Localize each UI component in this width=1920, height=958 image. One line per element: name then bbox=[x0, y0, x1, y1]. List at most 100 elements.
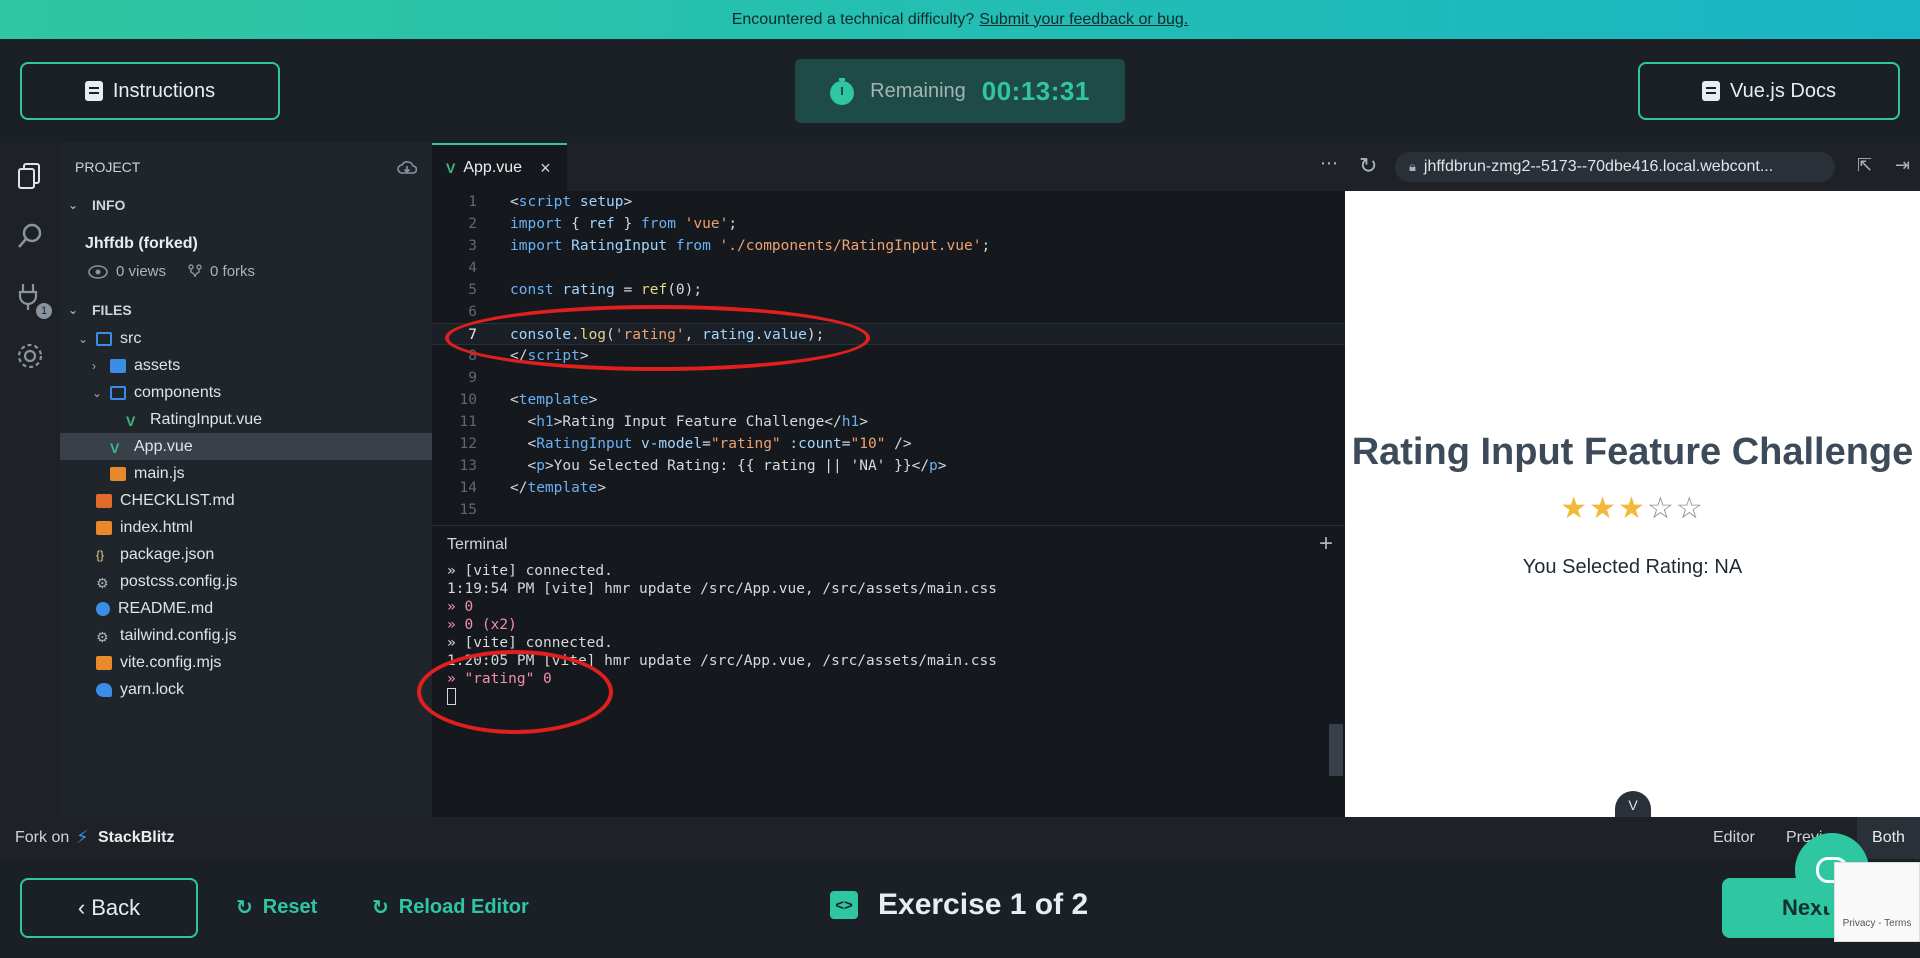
terminal-line: » 0 bbox=[447, 599, 474, 615]
file-yarn-lock[interactable]: yarn.lock bbox=[60, 676, 432, 703]
star-filled-icon[interactable]: ★ bbox=[1618, 492, 1647, 525]
file-label: postcss.config.js bbox=[120, 572, 238, 590]
view-editor-button[interactable]: Editor bbox=[1713, 829, 1755, 847]
timer-label: Remaining bbox=[870, 79, 966, 102]
js-icon bbox=[96, 655, 112, 670]
line-number: 4 bbox=[468, 260, 477, 276]
line-number: 1 bbox=[468, 194, 477, 210]
lock-icon: 🔒︎ bbox=[1409, 159, 1416, 174]
url-text: jhffdbrun-zmg2--5173--70dbe416.local.web… bbox=[1423, 158, 1774, 175]
html-icon bbox=[96, 520, 112, 535]
add-terminal-icon[interactable]: + bbox=[1319, 530, 1333, 558]
terminal-line: » [vite] connected. bbox=[447, 635, 613, 651]
annotation-ellipse bbox=[417, 650, 613, 734]
tab-app-vue[interactable]: V App.vue × bbox=[432, 143, 567, 191]
rating-stars[interactable]: ★★★☆☆ bbox=[1345, 491, 1920, 526]
file-readme-md[interactable]: README.md bbox=[60, 595, 432, 622]
folder-assets[interactable]: › assets bbox=[60, 352, 432, 379]
selected-rating-text: You Selected Rating: NA bbox=[1522, 556, 1743, 578]
project-stats: 0 views 0 forks bbox=[88, 263, 255, 280]
vue-docs-button[interactable]: Vue.js Docs bbox=[1638, 62, 1900, 120]
project-sidebar: PROJECT ⌄ INFO Jhffdb (forked) 0 views 0… bbox=[60, 143, 432, 817]
docs-label: Vue.js Docs bbox=[1730, 79, 1836, 102]
folder-components[interactable]: ⌄ components bbox=[60, 379, 432, 406]
terminal-title: Terminal bbox=[447, 536, 508, 553]
bottom-bar: ‹ Back ↻ Reset ↻ Reload Editor <> Exercise… bbox=[0, 859, 1920, 958]
terminal-line: 1:19:54 PM [vite] hmr update /src/App.vu… bbox=[447, 581, 997, 597]
recaptcha-badge[interactable]: Privacy - Terms bbox=[1834, 862, 1920, 942]
reload-icon[interactable]: ↻ bbox=[1359, 153, 1377, 179]
file-label: vite.config.mjs bbox=[120, 653, 222, 671]
lightning-icon: ⚡ bbox=[76, 827, 89, 847]
line-number: 2 bbox=[468, 216, 477, 232]
file-app-vue[interactable]: V App.vue bbox=[60, 433, 432, 460]
search-icon[interactable] bbox=[15, 221, 45, 251]
file-postcss-config[interactable]: ⚙ postcss.config.js bbox=[60, 568, 432, 595]
js-icon bbox=[110, 466, 126, 481]
vue-icon: V bbox=[110, 439, 120, 456]
gear-icon: ⚙ bbox=[96, 574, 109, 591]
file-vite-config[interactable]: vite.config.mjs bbox=[60, 649, 432, 676]
chevron-down-icon: ⌄ bbox=[68, 303, 79, 317]
line-number: 5 bbox=[468, 282, 477, 298]
folder-icon bbox=[96, 331, 112, 346]
exercise-indicator: <> Exercise 1 of 2 bbox=[830, 888, 1088, 922]
file-label: RatingInput.vue bbox=[150, 410, 263, 428]
files-icon[interactable] bbox=[15, 161, 45, 191]
back-button[interactable]: ‹ Back bbox=[20, 878, 198, 938]
files-section-header[interactable]: ⌄ FILES bbox=[60, 296, 432, 324]
file-tailwind-config[interactable]: ⚙ tailwind.config.js bbox=[60, 622, 432, 649]
more-options-icon[interactable]: ⋯ bbox=[1320, 153, 1338, 174]
folder-icon bbox=[110, 358, 126, 373]
preview-url-bar: ↻ 🔒︎ jhffdbrun-zmg2--5173--70dbe416.loca… bbox=[1345, 143, 1920, 191]
settings-gear-icon[interactable] bbox=[15, 341, 45, 371]
info-icon bbox=[96, 601, 110, 616]
chevron-down-icon: ⌄ bbox=[78, 331, 89, 346]
file-checklist-md[interactable]: CHECKLIST.md bbox=[60, 487, 432, 514]
view-both-button[interactable]: Both bbox=[1857, 817, 1920, 859]
stopwatch-icon bbox=[830, 78, 855, 105]
banner-text: Encountered a technical difficulty? bbox=[731, 10, 975, 28]
file-index-html[interactable]: index.html bbox=[60, 514, 432, 541]
fork-label: Fork on bbox=[15, 829, 70, 846]
code-icon: <> bbox=[830, 891, 858, 919]
feedback-link[interactable]: Submit your feedback or bug. bbox=[979, 11, 1188, 29]
star-empty-icon[interactable]: ☆ bbox=[1676, 492, 1705, 525]
document-icon bbox=[84, 81, 103, 101]
line-number: 10 bbox=[459, 392, 477, 408]
reset-button[interactable]: ↻ Reset bbox=[236, 895, 317, 920]
collapse-panel-icon[interactable]: ⇥ bbox=[1895, 155, 1910, 176]
terminal-scrollbar[interactable] bbox=[1329, 724, 1343, 776]
vue-devtools-toggle[interactable]: V bbox=[1615, 791, 1651, 817]
file-label: index.html bbox=[120, 518, 193, 536]
line-number: 3 bbox=[468, 238, 477, 254]
line-number: 12 bbox=[459, 436, 477, 452]
file-ratinginput-vue[interactable]: V RatingInput.vue bbox=[60, 406, 432, 433]
star-empty-icon[interactable]: ☆ bbox=[1647, 492, 1676, 525]
stackblitz-link[interactable]: StackBlitz bbox=[98, 829, 174, 847]
notification-badge: 1 bbox=[36, 303, 52, 319]
exercise-label: Exercise 1 of 2 bbox=[878, 888, 1089, 921]
vue-icon: V bbox=[126, 412, 136, 429]
views-count: 0 views bbox=[116, 263, 167, 280]
info-section-header[interactable]: ⌄ INFO bbox=[60, 191, 432, 219]
reset-label: Reset bbox=[262, 896, 318, 918]
top-bar: Instructions Remaining 00:13:31 Vue.js D… bbox=[0, 39, 1920, 143]
star-filled-icon[interactable]: ★ bbox=[1589, 492, 1618, 525]
chevron-down-icon: ⌄ bbox=[68, 198, 79, 212]
star-filled-icon[interactable]: ★ bbox=[1560, 492, 1589, 525]
activity-bar: 1 bbox=[0, 143, 60, 817]
file-label: README.md bbox=[118, 599, 214, 617]
open-external-icon[interactable]: ⇱ bbox=[1857, 155, 1872, 176]
file-main-js[interactable]: main.js bbox=[60, 460, 432, 487]
timer-value: 00:13:31 bbox=[981, 75, 1090, 106]
file-label: components bbox=[134, 383, 222, 401]
document-icon bbox=[1702, 81, 1721, 101]
cloud-download-icon[interactable] bbox=[397, 160, 417, 176]
url-field[interactable]: 🔒︎ jhffdbrun-zmg2--5173--70dbe416.local.… bbox=[1395, 152, 1835, 182]
instructions-button[interactable]: Instructions bbox=[20, 62, 280, 120]
reload-editor-button[interactable]: ↻ Reload Editor bbox=[372, 895, 529, 920]
file-package-json[interactable]: {} package.json bbox=[60, 541, 432, 568]
folder-src[interactable]: ⌄ src bbox=[60, 325, 432, 352]
close-icon[interactable]: × bbox=[540, 158, 551, 179]
